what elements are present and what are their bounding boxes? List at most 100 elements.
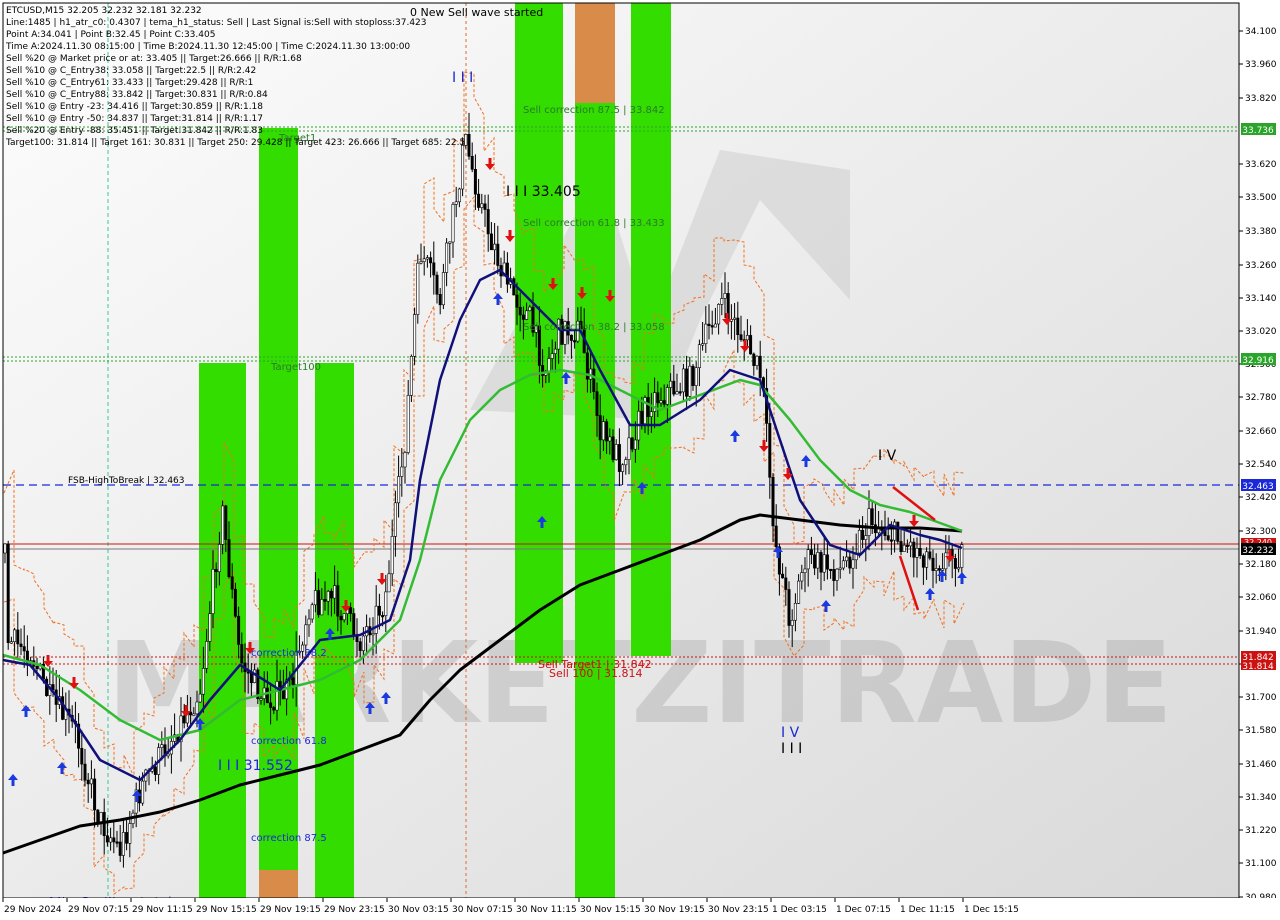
candle-body <box>678 391 682 394</box>
info-line: Sell %20 @ Market price or at: 33.405 ||… <box>6 54 302 64</box>
candle-body <box>96 809 100 823</box>
candle-body <box>413 314 417 357</box>
candle-body <box>627 437 631 460</box>
candle-body <box>438 293 442 306</box>
candle-body <box>521 314 525 320</box>
info-line: Sell %10 @ Entry -50: 34.837 || Target:3… <box>6 114 263 124</box>
candle-body <box>902 544 906 552</box>
candle-body <box>525 310 529 320</box>
candle-body <box>771 476 775 527</box>
price-tick-label: 32.060 <box>1245 593 1277 603</box>
candle-body <box>605 421 609 442</box>
candle-body <box>944 552 948 570</box>
candle-body <box>233 588 237 617</box>
point-c-label: I I I 33.405 <box>506 184 581 200</box>
candle-body <box>553 348 557 354</box>
candle-body <box>182 715 186 724</box>
candle-body <box>377 605 381 616</box>
candle-body <box>704 323 708 345</box>
candle-body <box>573 340 577 343</box>
price-tick-label: 32.660 <box>1245 427 1277 437</box>
candle-body <box>201 668 205 695</box>
wave-iv-label: I V <box>878 448 897 464</box>
candle-body <box>489 233 493 251</box>
candle-body <box>470 156 474 170</box>
candle-body <box>774 525 778 548</box>
candle-body <box>518 306 522 316</box>
candle-body <box>221 505 225 545</box>
time-tick-label: 30 Nov 07:15 <box>452 905 513 915</box>
time-tick-label: 29 Nov 11:15 <box>132 905 193 915</box>
candle-body <box>934 568 938 572</box>
info-line: Sell %10 @ Entry -23: 34.416 || Target:3… <box>6 102 263 112</box>
candle-body <box>717 304 721 325</box>
price-chart[interactable]: MARKETZITRADE 0 New Sell wave started 0 … <box>0 0 1280 920</box>
candle-body <box>547 358 551 372</box>
wave-iv-low-label: I V <box>781 725 800 741</box>
candle-body <box>240 644 244 664</box>
price-tick-label: 33.960 <box>1245 60 1277 70</box>
new-sell-wave-label: 0 New Sell wave started <box>410 6 543 19</box>
candle-body <box>214 568 218 572</box>
candle-body <box>333 585 337 599</box>
candle-body <box>304 624 308 646</box>
candle-body <box>265 687 269 704</box>
candle-body <box>435 274 439 295</box>
correction-618-label: correction 61.8 <box>251 736 327 747</box>
candle-body <box>208 613 212 642</box>
candle-body <box>467 134 471 157</box>
candle-body <box>733 317 737 320</box>
candle-body <box>121 832 125 856</box>
candle-body <box>822 554 826 573</box>
candle-body <box>665 387 669 405</box>
candle-body <box>870 508 874 526</box>
candle-body <box>745 335 749 341</box>
time-tick-label: 1 Dec 03:15 <box>772 905 827 915</box>
candle-body <box>253 669 257 684</box>
candle-body <box>899 541 903 553</box>
candle-body <box>925 551 929 568</box>
candle-body <box>723 293 727 299</box>
candle-body <box>278 681 282 688</box>
price-tick-label: 33.620 <box>1245 160 1277 170</box>
time-tick-label: 29 Nov 2024 <box>4 905 62 915</box>
candle-body <box>701 343 705 346</box>
candle-body <box>227 539 231 577</box>
candle-body <box>400 466 404 477</box>
candle-body <box>621 464 625 472</box>
candle-body <box>480 203 484 208</box>
candle-body <box>141 780 145 804</box>
candle-body <box>893 521 897 541</box>
candle-body <box>659 400 663 404</box>
info-line: Sell %10 @ C_Entry38: 33.058 || Target:2… <box>6 66 256 76</box>
candle-body <box>128 823 132 844</box>
price-tag-text: 33.736 <box>1242 126 1274 136</box>
candle-body <box>371 633 375 636</box>
correction-875-label: correction 87.5 <box>251 833 327 844</box>
candle-body <box>813 554 817 569</box>
candle-body <box>461 145 465 190</box>
candle-body <box>569 334 573 341</box>
candle-body <box>758 355 762 379</box>
candle-body <box>601 421 605 441</box>
candle-body <box>835 568 839 581</box>
candle-body <box>691 365 695 387</box>
candle-body <box>838 567 842 570</box>
candle-body <box>937 568 941 571</box>
candle-body <box>672 380 676 395</box>
candle-body <box>86 779 90 785</box>
candle-body <box>896 521 900 542</box>
candle-body <box>80 747 84 765</box>
candle-body <box>422 258 426 262</box>
candle-body <box>217 544 221 573</box>
candle-body <box>841 560 845 569</box>
candle-body <box>13 629 17 643</box>
candle-body <box>393 502 397 537</box>
candle-body <box>685 368 689 397</box>
candle <box>896 521 900 545</box>
candle-body <box>845 556 849 562</box>
candle-body <box>374 605 378 634</box>
candle-body <box>336 585 340 617</box>
time-tick-label: 29 Nov 07:15 <box>68 905 129 915</box>
candle-body <box>272 707 276 711</box>
